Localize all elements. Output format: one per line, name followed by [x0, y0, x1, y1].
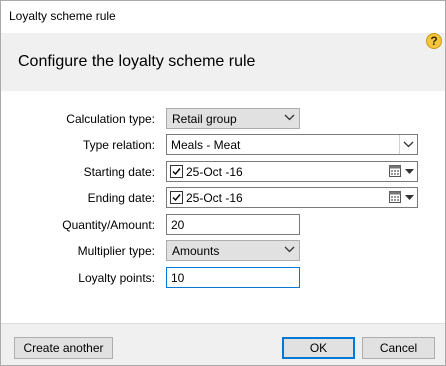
type-relation-value: Meals - Meat [171, 138, 241, 152]
dialog-footer: Create another OK Cancel [1, 323, 445, 365]
chevron-down-icon [403, 141, 414, 148]
loyalty-points-label: Loyalty points: [78, 271, 155, 285]
quantity-amount-label: Quantity/Amount: [62, 218, 155, 232]
question-mark-icon[interactable]: ? [426, 33, 442, 49]
title-bar: Loyalty scheme rule [1, 1, 445, 33]
dropdown-arrow-icon[interactable] [405, 195, 414, 200]
dialog-window: Loyalty scheme rule ? Configure the loya… [0, 0, 446, 366]
window-title: Loyalty scheme rule [9, 9, 116, 23]
dropdown-arrow-icon[interactable] [405, 169, 414, 174]
starting-date-picker[interactable]: 25-Oct -16 [166, 161, 418, 182]
calculation-type-value: Retail group [172, 112, 237, 126]
loyalty-points-value: 10 [171, 271, 185, 285]
ending-date-checkbox[interactable] [170, 191, 183, 204]
ending-date-picker[interactable]: 25-Oct -16 [166, 187, 418, 208]
page-title: Configure the loyalty scheme rule [18, 53, 256, 70]
calculation-type-select[interactable]: Retail group [166, 108, 300, 129]
calculation-type-label: Calculation type: [66, 112, 155, 126]
starting-date-value: 25-Oct -16 [186, 165, 243, 179]
starting-date-checkbox[interactable] [170, 165, 183, 178]
ending-date-label: Ending date: [87, 191, 155, 205]
create-another-button[interactable]: Create another [14, 337, 113, 359]
multiplier-type-select[interactable]: Amounts [166, 240, 300, 261]
multiplier-type-value: Amounts [172, 244, 220, 258]
chevron-down-icon [284, 114, 295, 121]
cancel-button[interactable]: Cancel [362, 337, 435, 359]
type-relation-label: Type relation: [82, 138, 155, 152]
type-relation-combobox[interactable]: Meals - Meat [166, 134, 418, 155]
rule-form: Calculation type: Retail group Type rela… [1, 91, 445, 323]
quantity-amount-input[interactable]: 20 [166, 214, 300, 235]
calendar-icon[interactable] [389, 191, 401, 203]
multiplier-type-label: Multiplier type: [77, 244, 155, 258]
chevron-down-icon [284, 246, 295, 253]
dialog-header: ? Configure the loyalty scheme rule [1, 33, 445, 92]
quantity-amount-value: 20 [171, 218, 185, 232]
starting-date-label: Starting date: [83, 165, 155, 179]
ok-button[interactable]: OK [282, 337, 355, 359]
ending-date-value: 25-Oct -16 [186, 191, 243, 205]
loyalty-points-input[interactable]: 10 [166, 267, 300, 288]
calendar-icon[interactable] [389, 165, 401, 177]
type-relation-dropdown-button[interactable] [399, 135, 417, 154]
checkmark-icon [172, 194, 181, 202]
checkmark-icon [172, 168, 181, 176]
